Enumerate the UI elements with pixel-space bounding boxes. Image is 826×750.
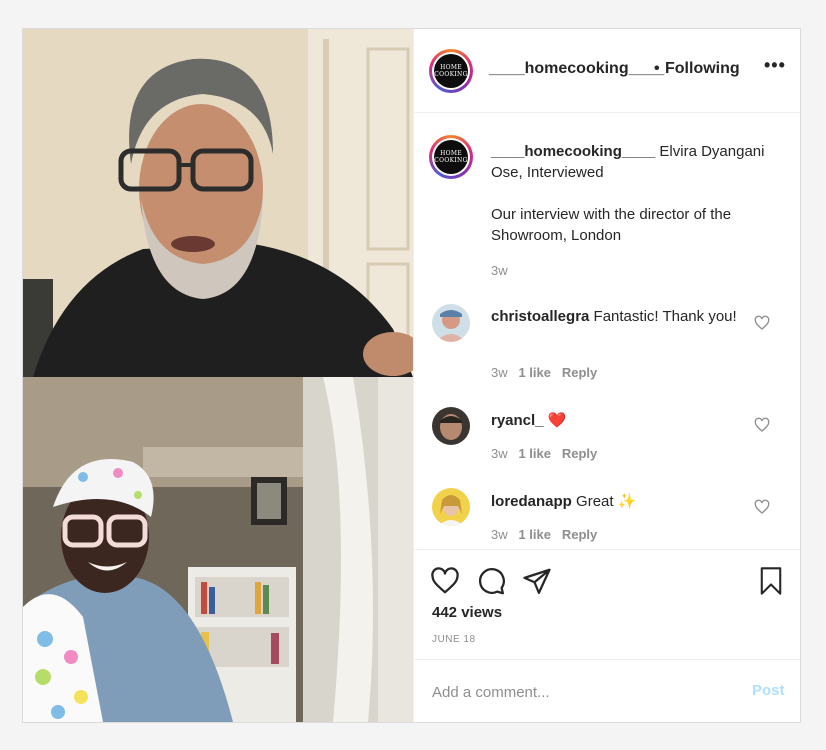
caption-username-link[interactable]: ____homecooking____ — [491, 143, 655, 160]
reply-button[interactable]: Reply — [562, 527, 597, 542]
comment-likes[interactable]: 1 like — [518, 527, 551, 542]
avatar-logo: HOME COOKING — [434, 54, 468, 88]
comment-username-link[interactable]: ryancl_ — [491, 412, 544, 429]
bookmark-icon[interactable] — [757, 566, 785, 596]
comment-username-link[interactable]: loredanapp — [491, 493, 572, 510]
paper-plane-icon[interactable] — [522, 566, 552, 596]
post-comment-button[interactable]: Post — [752, 682, 785, 699]
comment-meta: 3w 1 like Reply — [491, 527, 598, 542]
comment-like-heart-icon[interactable] — [754, 417, 770, 433]
more-options-button[interactable]: ••• — [764, 55, 786, 76]
comment-avatar-christoallegra[interactable] — [432, 304, 470, 342]
comment-text: christoallegra Fantastic! Thank you! — [491, 308, 737, 325]
reply-button[interactable]: Reply — [562, 446, 597, 461]
separator-dot: • — [654, 60, 660, 77]
heart-icon[interactable] — [430, 566, 460, 596]
comment-username-link[interactable]: christoallegra — [491, 308, 589, 325]
caption-body: Our interview with the director of the S… — [491, 206, 732, 244]
view-count[interactable]: 442 views — [432, 604, 502, 621]
post-actions: 442 views JUNE 18 — [414, 549, 800, 659]
comment-likes[interactable]: 1 like — [518, 446, 551, 461]
comment-likes[interactable]: 1 like — [518, 365, 551, 380]
instagram-post: HOME COOKING ____homecooking____ • Follo… — [22, 28, 801, 723]
comment-icon[interactable] — [476, 566, 506, 596]
following-button[interactable]: Following — [665, 60, 740, 78]
video-feed-interviewer — [23, 29, 413, 377]
comment-like-heart-icon[interactable] — [754, 499, 770, 515]
post-date[interactable]: JUNE 18 — [432, 634, 476, 645]
post-video[interactable] — [23, 29, 413, 722]
comment-text: ryancl_ ❤️ — [491, 412, 567, 429]
author-username-link[interactable]: ____homecooking____ — [489, 60, 664, 78]
video-feed-guest — [23, 377, 413, 722]
author-avatar[interactable]: HOME COOKING — [429, 49, 473, 93]
comment-avatar-ryancl[interactable] — [432, 407, 470, 445]
comments-list[interactable]: HOME COOKING ____homecooking____ Elvira … — [414, 113, 800, 549]
caption-title: ____homecooking____ Elvira Dyangani Ose,… — [491, 141, 781, 183]
comment-text: loredanapp Great ✨ — [491, 493, 637, 510]
post-header: HOME COOKING ____homecooking____ • Follo… — [414, 29, 800, 113]
comment-like-heart-icon[interactable] — [754, 315, 770, 331]
comment-meta: 3w 1 like Reply — [491, 446, 598, 461]
comment-meta: 3w 1 like Reply — [491, 365, 598, 380]
comment-avatar-loredanapp[interactable] — [432, 488, 470, 526]
post-details-panel: HOME COOKING ____homecooking____ • Follo… — [413, 29, 800, 722]
reply-button[interactable]: Reply — [562, 365, 597, 380]
add-comment-bar: Post — [414, 659, 800, 722]
add-comment-input[interactable] — [432, 680, 732, 704]
caption-author-avatar[interactable]: HOME COOKING — [429, 135, 473, 179]
avatar-logo: HOME COOKING — [434, 140, 468, 174]
caption-timestamp[interactable]: 3w — [491, 263, 508, 278]
